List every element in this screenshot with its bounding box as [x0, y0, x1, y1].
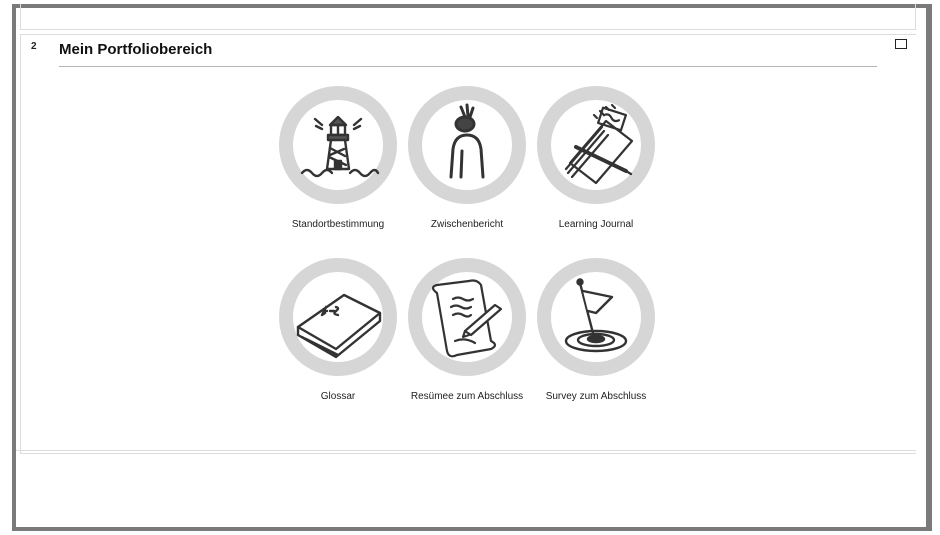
activity-label: Glossar: [320, 391, 356, 402]
activity-learning-journal[interactable]: Learning Journal: [532, 85, 660, 230]
activity-glossar[interactable]: Glossar: [274, 257, 402, 402]
activity-label: Zwischenbericht: [430, 219, 504, 230]
activity-standortbestimmung[interactable]: Standortbestimmung: [274, 85, 402, 230]
activity-label: Survey zum Abschluss: [545, 391, 647, 402]
flag-target-icon: [537, 258, 655, 376]
book-icon: [279, 258, 397, 376]
person-icon: [408, 86, 526, 204]
previous-section: [20, 4, 916, 30]
activity-resuemee-zum-abschluss[interactable]: Resümee zum Abschluss: [403, 257, 531, 402]
activity-zwischenbericht[interactable]: Zwischenbericht: [403, 85, 531, 230]
section-bottom-divider: [16, 450, 916, 451]
section-highlight-toggle[interactable]: [895, 39, 907, 49]
lighthouse-icon: [279, 86, 397, 204]
scroll-pen-icon: [408, 258, 526, 376]
activity-label: Resümee zum Abschluss: [410, 391, 524, 402]
journal-icon: [537, 86, 655, 204]
activity-label: Learning Journal: [558, 219, 634, 230]
section-divider: [59, 66, 877, 67]
section-title: Mein Portfoliobereich: [59, 41, 213, 58]
section-number: 2: [31, 41, 37, 52]
activity-survey-zum-abschluss[interactable]: Survey zum Abschluss: [532, 257, 660, 402]
page-frame: 2 Mein Portfoliobereich Standortbestimmu…: [12, 4, 932, 531]
portfolio-section: 2 Mein Portfoliobereich Standortbestimmu…: [20, 34, 916, 454]
activity-label: Standortbestimmung: [291, 219, 385, 230]
